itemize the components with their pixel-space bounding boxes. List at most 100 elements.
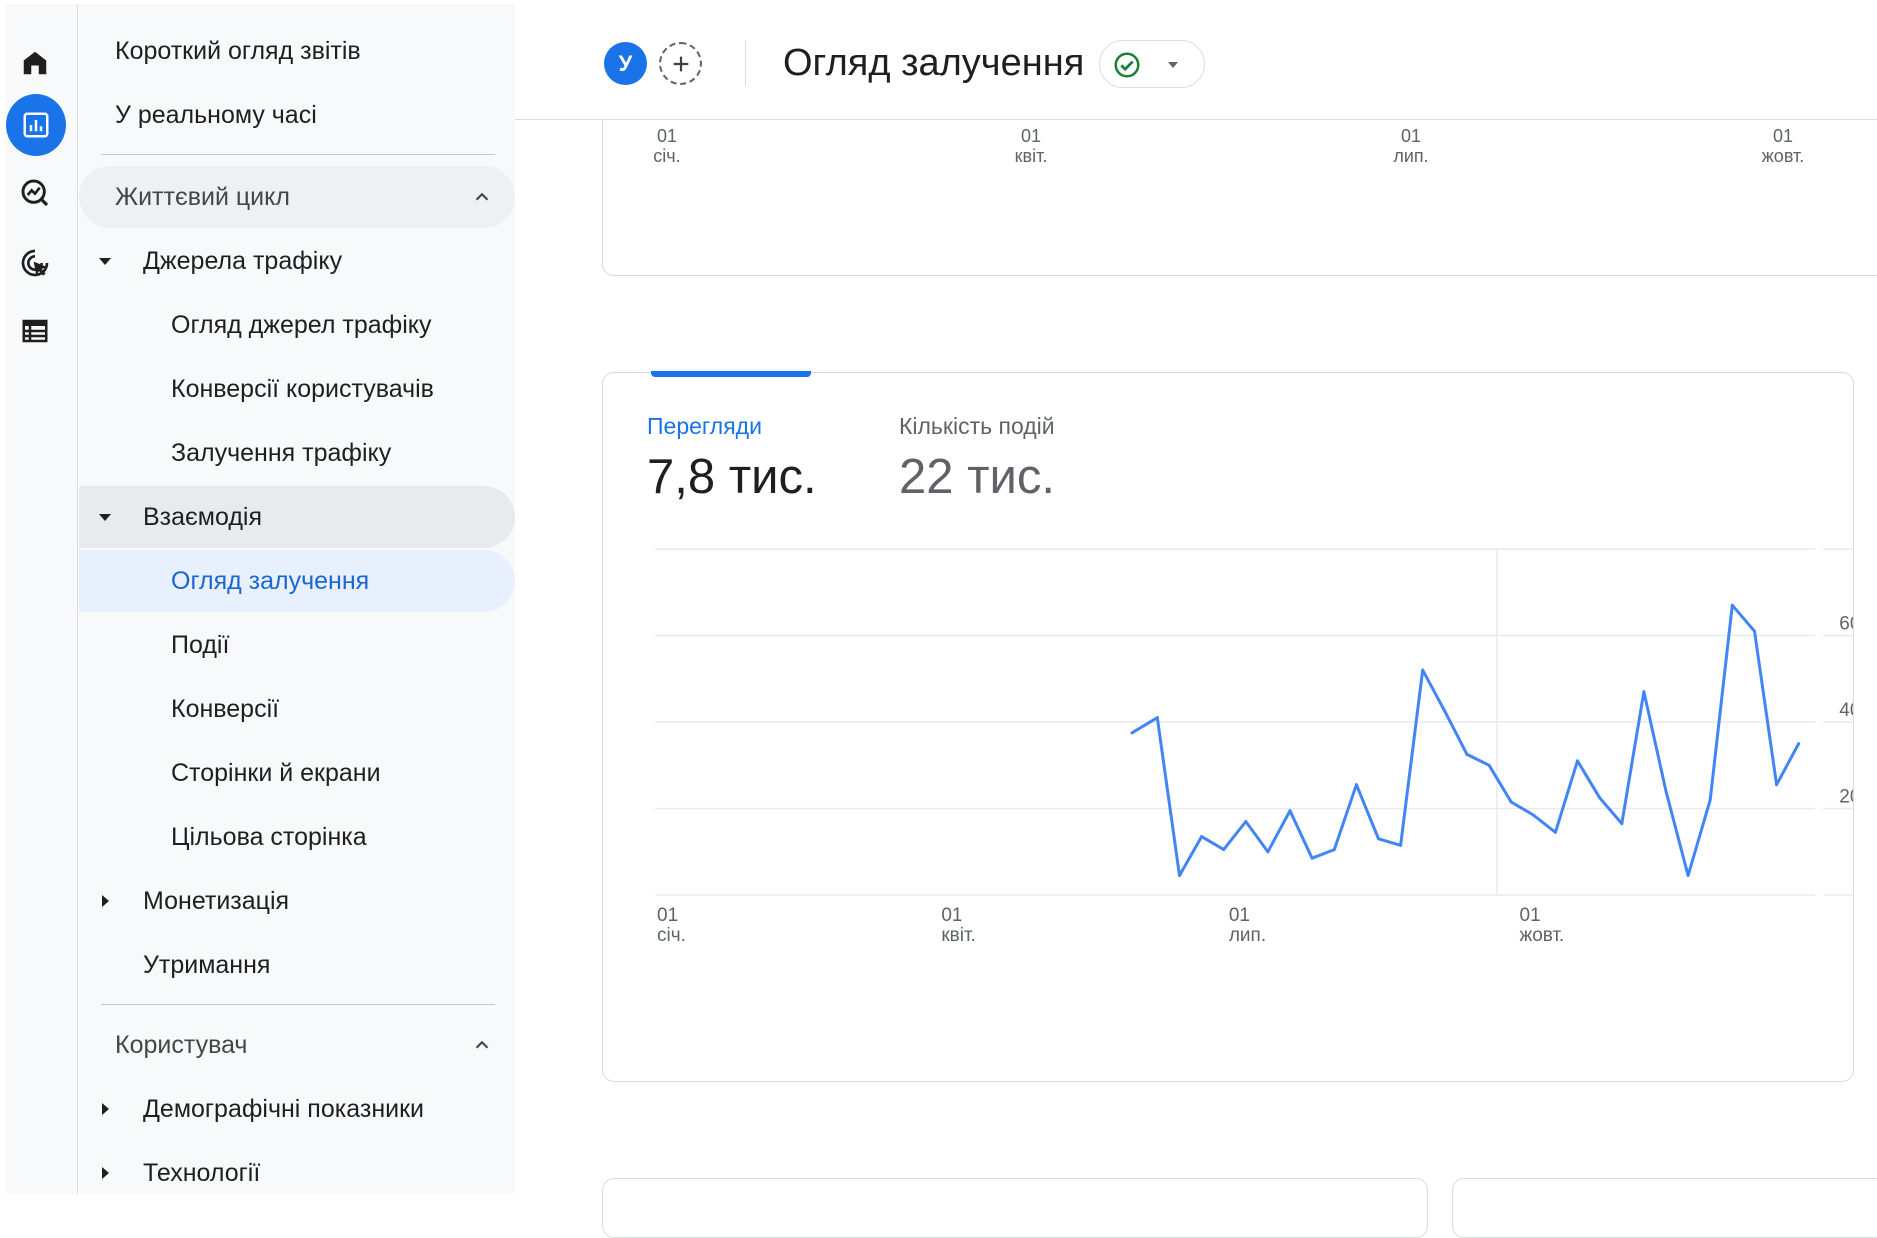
- views-data-point: [1310, 856, 1314, 860]
- nav-reports-snapshot-label: Короткий огляд звітів: [115, 36, 361, 65]
- nav-group-acquisition[interactable]: Джерела трафіку: [79, 230, 515, 292]
- nav-item-acquisition-overview[interactable]: Огляд джерел трафіку: [79, 294, 515, 356]
- x-tick-label: 01 квіт.: [1014, 126, 1048, 166]
- nav-group-demographics-label: Демографічні показники: [143, 1094, 424, 1123]
- plus-icon: [673, 56, 688, 71]
- views-data-point: [1443, 709, 1447, 713]
- nav-group-engagement[interactable]: Взаємодія: [79, 486, 515, 548]
- views-data-point: [1155, 716, 1159, 720]
- page-title: Огляд залучення: [783, 42, 1085, 84]
- nav-group-tech[interactable]: Технології: [79, 1142, 515, 1204]
- views-line-chart[interactable]: 800600400200001січ.01квіт.01лип.01жовт.: [603, 543, 1853, 1043]
- views-data-point: [1730, 603, 1734, 607]
- nav-item-retention[interactable]: Утримання: [79, 934, 515, 996]
- x-tick-day: 01: [1520, 905, 1541, 926]
- bottom-card-left: [602, 1178, 1428, 1238]
- nav-section-user-label: Користувач: [115, 1030, 248, 1059]
- nav-item-engagement-overview[interactable]: Огляд залучення: [79, 550, 515, 612]
- nav-item-label: Огляд залучення: [171, 566, 370, 595]
- metric-views-value: 7,8 тис.: [647, 450, 817, 504]
- rail-configure-button[interactable]: [6, 302, 64, 360]
- icon-rail: [6, 4, 78, 1194]
- nav-item-retention-label: Утримання: [143, 950, 271, 979]
- nav-group-demographics[interactable]: Демографічні показники: [79, 1078, 515, 1140]
- bottom-card-right: [1452, 1178, 1877, 1238]
- views-data-point: [1620, 822, 1624, 826]
- y-tick-label: 400: [1839, 700, 1853, 721]
- views-data-point: [1509, 800, 1513, 804]
- report-status-dropdown[interactable]: [1099, 40, 1205, 88]
- rail-advertising-button[interactable]: [6, 234, 64, 292]
- y-tick-label: 200: [1839, 787, 1853, 808]
- nav-section-lifecycle[interactable]: Життєвий цикл: [79, 166, 515, 228]
- nav-group-acquisition-label: Джерела трафіку: [143, 246, 343, 275]
- views-events-card: Перегляди 7,8 тис. Кількість подій 22 ти…: [602, 371, 1854, 1082]
- configure-list-icon: [22, 319, 48, 343]
- views-data-point: [1576, 759, 1580, 763]
- metric-events-value: 22 тис.: [899, 450, 1056, 504]
- views-data-point: [1421, 668, 1425, 672]
- views-data-point: [1200, 835, 1204, 839]
- nav-group-monetization-label: Монетизація: [143, 886, 290, 915]
- rail-reports-button[interactable]: [6, 94, 66, 156]
- nav-item-user-acquisition[interactable]: Конверсії користувачів: [79, 358, 515, 420]
- nav-section-user[interactable]: Користувач: [79, 1014, 515, 1076]
- nav-item-events[interactable]: Події: [79, 614, 515, 676]
- views-data-point: [1487, 763, 1491, 767]
- nav-divider: [101, 154, 495, 155]
- nav-reports-snapshot[interactable]: Короткий огляд звітів: [79, 20, 515, 82]
- caret-right-icon: [102, 1103, 109, 1115]
- caret-right-icon: [102, 1167, 109, 1179]
- nav-group-tech-label: Технології: [143, 1158, 261, 1187]
- x-tick-day: 01: [1229, 905, 1250, 926]
- x-tick-label: 01 січ.: [653, 126, 681, 166]
- add-comparison-button[interactable]: [659, 42, 702, 85]
- x-tick-month: лип.: [1229, 925, 1266, 946]
- x-tick-month: жовт.: [1520, 925, 1565, 946]
- caret-right-icon: [102, 895, 109, 907]
- caret-down-icon: [1168, 62, 1178, 68]
- y-tick-label: 800: [1839, 543, 1853, 548]
- nav-group-monetization[interactable]: Монетизація: [79, 870, 515, 932]
- views-data-point: [1642, 690, 1646, 694]
- avatar-letter: У: [618, 50, 633, 76]
- selected-metric-indicator: [651, 371, 811, 377]
- rail-explore-button[interactable]: [6, 164, 64, 222]
- views-data-point: [1708, 798, 1712, 802]
- nav-item-label: Цільова сторінка: [171, 822, 367, 851]
- nav-item-label: Конверсії: [171, 694, 280, 723]
- y-tick-label: 600: [1839, 614, 1853, 635]
- metric-events-label[interactable]: Кількість подій: [899, 413, 1055, 440]
- views-data-point: [1686, 874, 1690, 878]
- views-data-point: [1332, 848, 1336, 852]
- x-tick-day: 01: [941, 905, 962, 926]
- x-tick-day: 01: [657, 905, 678, 926]
- nav-item-landing-page[interactable]: Цільова сторінка: [79, 806, 515, 868]
- comparison-avatar[interactable]: У: [604, 42, 647, 85]
- nav-section-lifecycle-label: Життєвий цикл: [115, 182, 290, 211]
- chevron-up-icon: [475, 192, 489, 201]
- views-data-point: [1177, 874, 1181, 878]
- nav-realtime[interactable]: У реальному часі: [79, 84, 515, 146]
- views-series-line[interactable]: [1131, 603, 1801, 877]
- reports-icon: [23, 112, 49, 138]
- views-data-point: [1222, 848, 1226, 852]
- metric-views-label[interactable]: Перегляди: [647, 413, 762, 440]
- check-circle-icon: [1114, 52, 1140, 78]
- views-data-point: [1598, 796, 1602, 800]
- views-data-point: [1553, 830, 1557, 834]
- nav-item-traffic-acquisition[interactable]: Залучення трафіку: [79, 422, 515, 484]
- nav-item-label: Огляд джерел трафіку: [171, 310, 432, 339]
- nav-item-pages-screens[interactable]: Сторінки й екрани: [79, 742, 515, 804]
- nav-item-conversions[interactable]: Конверсії: [79, 678, 515, 740]
- explore-icon: [21, 179, 49, 207]
- nav-item-label: Конверсії користувачів: [171, 374, 434, 403]
- views-data-point: [1752, 629, 1756, 633]
- views-data-point: [1244, 819, 1248, 823]
- views-data-point: [1288, 809, 1292, 813]
- views-data-point: [1664, 789, 1668, 793]
- x-tick-label: 01 лип.: [1393, 126, 1429, 166]
- rail-home-button[interactable]: [6, 34, 64, 92]
- chevron-up-icon: [475, 1040, 489, 1049]
- views-data-point: [1354, 783, 1358, 787]
